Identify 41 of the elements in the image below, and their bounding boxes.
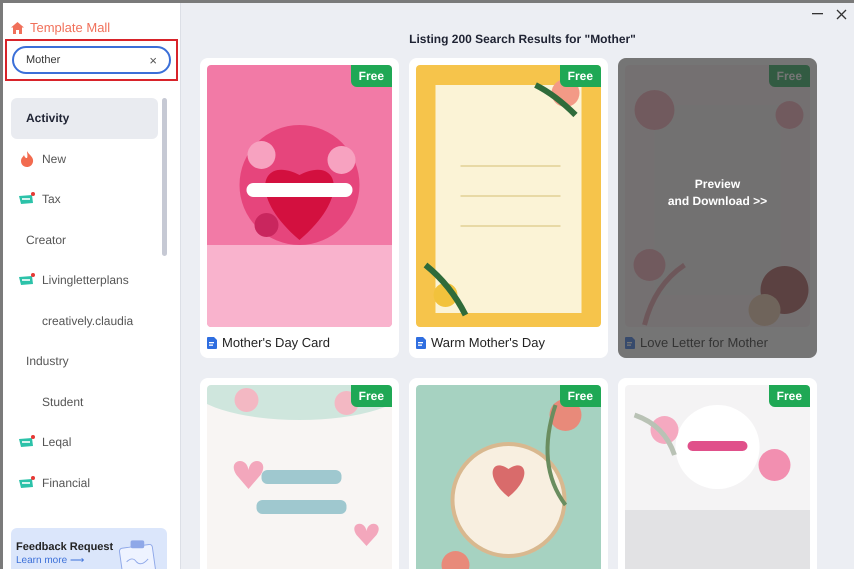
document-icon <box>207 336 217 349</box>
free-badge: Free <box>768 385 810 407</box>
free-badge: Free <box>350 65 392 87</box>
template-card[interactable]: Mother's Day Card Free <box>200 58 399 358</box>
sidebar-item[interactable]: creatively.claudia <box>11 300 158 341</box>
clear-button[interactable]: × <box>149 54 157 66</box>
sidebar-item[interactable]: Industry <box>11 341 158 382</box>
feedback-card[interactable]: Feedback Request Learn more ⟶ <box>11 528 167 569</box>
learn-more-link[interactable]: Learn more ⟶ <box>16 554 114 567</box>
free-badge: Free <box>560 385 601 407</box>
sidebar-item[interactable]: New <box>11 138 158 179</box>
fire-icon <box>20 150 34 167</box>
sidebar-item[interactable]: Activity <box>11 98 158 138</box>
app-title: Template Mall <box>30 18 110 37</box>
close-button[interactable] <box>834 7 848 21</box>
tag-icon <box>19 273 35 288</box>
sidebar-item[interactable]: Creator <box>11 220 158 260</box>
card-title: Mother's Day Card <box>222 334 330 352</box>
feedback-title: Feedback Request <box>16 540 114 554</box>
scrollbar[interactable] <box>162 98 167 256</box>
minimize-icon <box>812 13 822 15</box>
home-icon <box>11 22 24 34</box>
card-title: Love Letter for Mother <box>640 334 768 352</box>
template-card[interactable]: Warm Mother's Day Free <box>409 58 608 358</box>
free-badge: Free <box>350 385 392 407</box>
sidebar-item[interactable]: Leqal <box>11 422 158 462</box>
free-badge: Free <box>560 65 601 87</box>
preview-download-link[interactable]: Preview and Download >> <box>668 176 768 210</box>
search-input[interactable]: Mother <box>26 52 150 68</box>
document-icon <box>416 336 426 349</box>
sidebar-item[interactable]: Student <box>11 382 158 422</box>
search-field[interactable]: Mother × <box>12 46 171 74</box>
tag-icon <box>19 435 35 450</box>
tag-icon <box>19 476 35 490</box>
sidebar-item[interactable]: Tax <box>11 179 158 220</box>
template-card[interactable]: Love Letter for Mother Free Preview and Download >> <box>618 58 817 358</box>
sidebar-item[interactable]: Livingletterplans <box>11 260 158 300</box>
card-title: Warm Mother's Day <box>431 334 545 352</box>
sidebar-item[interactable]: Financial <box>11 462 158 503</box>
results-heading: Listing 200 Search Results for "Mother" <box>408 31 637 48</box>
tag-icon <box>19 192 35 206</box>
